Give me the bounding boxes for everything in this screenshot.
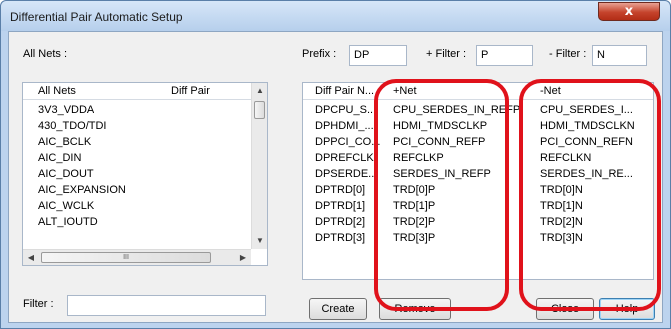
cell-diff-pair-name: DPTRD[3]	[315, 232, 366, 244]
all-nets-list-header: All Nets Diff Pair	[23, 83, 267, 100]
window-title: Differential Pair Automatic Setup	[10, 10, 183, 24]
table-row[interactable]: DPTRD[0] TRD[0]P TRD[0]N	[303, 184, 653, 199]
horizontal-scrollbar[interactable]: ◀ III ▶	[23, 249, 251, 265]
prefix-input[interactable]: DP	[349, 45, 407, 66]
plus-filter-input[interactable]: P	[476, 45, 533, 66]
cell-plus-net: REFCLKP	[393, 152, 444, 164]
column-diff-pair-name[interactable]: Diff Pair N...	[315, 85, 374, 97]
filter-input[interactable]	[67, 295, 266, 316]
column-diff-pair[interactable]: Diff Pair	[171, 85, 210, 97]
cell-minus-net: TRD[0]N	[540, 184, 583, 196]
cell-diff-pair-name: DPSERDE...	[315, 168, 378, 180]
diff-pair-list[interactable]: Diff Pair N... +Net -Net DPCPU_S... CPU_S…	[302, 82, 654, 280]
cell-plus-net: TRD[0]P	[393, 184, 436, 196]
remove-button[interactable]: Remove	[379, 298, 451, 320]
vertical-scroll-thumb[interactable]	[254, 101, 265, 119]
table-row[interactable]: DPCPU_S... CPU_SERDES_IN_REFP CPU_SERDES_I…	[303, 104, 653, 119]
dialog-body: All Nets : All Nets Diff Pair 3V3_VDDA 4…	[8, 31, 663, 323]
list-item[interactable]: AIC_WCLK	[23, 200, 267, 215]
plus-filter-label: + Filter :	[426, 48, 467, 60]
table-row[interactable]: DPHDMI_... HDMI_TMDSCLKP HDMI_TMDSCLKN	[303, 120, 653, 135]
cell-diff-pair-name: DPREFCLK	[315, 152, 374, 164]
column-plus-net[interactable]: +Net	[393, 85, 417, 97]
horizontal-scroll-thumb[interactable]: III	[41, 252, 211, 263]
list-item[interactable]: 3V3_VDDA	[23, 104, 267, 119]
dialog-window: Differential Pair Automatic Setup x All …	[0, 0, 671, 329]
cell-plus-net: CPU_SERDES_IN_REFP	[393, 104, 521, 116]
cell-minus-net: TRD[1]N	[540, 200, 583, 212]
cell-plus-net: SERDES_IN_REFP	[393, 168, 491, 180]
prefix-label: Prefix :	[302, 48, 337, 60]
cell-plus-net: TRD[1]P	[393, 200, 436, 212]
cell-minus-net: HDMI_TMDSCLKN	[540, 120, 635, 132]
window-close-button[interactable]: x	[598, 2, 660, 21]
scroll-up-icon[interactable]: ▲	[252, 83, 267, 99]
minus-filter-label: - Filter :	[549, 48, 587, 60]
cell-diff-pair-name: DPTRD[2]	[315, 216, 366, 228]
title-bar: Differential Pair Automatic Setup x	[1, 1, 670, 31]
cell-plus-net: PCI_CONN_REFP	[393, 136, 486, 148]
close-button[interactable]: Close	[536, 298, 594, 320]
cell-minus-net: REFCLKN	[540, 152, 592, 164]
cell-minus-net: SERDES_IN_RE...	[540, 168, 633, 180]
list-item[interactable]: AIC_DOUT	[23, 168, 267, 183]
cell-diff-pair-name: DPCPU_S...	[315, 104, 377, 116]
table-row[interactable]: DPSERDE... SERDES_IN_REFP SERDES_IN_RE...	[303, 168, 653, 183]
filter-label: Filter :	[23, 298, 54, 310]
cell-plus-net: TRD[2]P	[393, 216, 436, 228]
create-button[interactable]: Create	[309, 298, 367, 320]
table-row[interactable]: DPTRD[3] TRD[3]P TRD[3]N	[303, 232, 653, 247]
cell-diff-pair-name: DPPCI_CO...	[315, 136, 381, 148]
diff-pair-list-header: Diff Pair N... +Net -Net	[303, 83, 653, 100]
list-item[interactable]: 430_TDO/TDI	[23, 120, 267, 135]
list-item[interactable]: AIC_DIN	[23, 152, 267, 167]
cell-minus-net: CPU_SERDES_I...	[540, 104, 633, 116]
cell-plus-net: TRD[3]P	[393, 232, 436, 244]
column-minus-net[interactable]: -Net	[540, 85, 561, 97]
help-button[interactable]: Help	[599, 298, 655, 320]
column-all-nets[interactable]: All Nets	[38, 85, 76, 97]
cell-diff-pair-name: DPHDMI_...	[315, 120, 374, 132]
list-item[interactable]: AIC_EXPANSION	[23, 184, 267, 199]
list-item[interactable]: ALT_IOUTD	[23, 216, 267, 231]
cell-minus-net: TRD[2]N	[540, 216, 583, 228]
minus-filter-input[interactable]: N	[592, 45, 647, 66]
cell-minus-net: PCI_CONN_REFN	[540, 136, 633, 148]
scroll-left-icon[interactable]: ◀	[23, 250, 39, 265]
cell-diff-pair-name: DPTRD[1]	[315, 200, 366, 212]
table-row[interactable]: DPTRD[1] TRD[1]P TRD[1]N	[303, 200, 653, 215]
all-nets-label: All Nets :	[23, 48, 68, 60]
table-row[interactable]: DPPCI_CO... PCI_CONN_REFP PCI_CONN_REFN	[303, 136, 653, 151]
vertical-scrollbar[interactable]: ▲ ▼	[251, 83, 267, 249]
cell-minus-net: TRD[3]N	[540, 232, 583, 244]
cell-diff-pair-name: DPTRD[0]	[315, 184, 366, 196]
list-item[interactable]: AIC_BCLK	[23, 136, 267, 151]
table-row[interactable]: DPREFCLK REFCLKP REFCLKN	[303, 152, 653, 167]
scroll-down-icon[interactable]: ▼	[252, 233, 267, 249]
all-nets-list[interactable]: All Nets Diff Pair 3V3_VDDA 430_TDO/TDI …	[22, 82, 268, 266]
cell-plus-net: HDMI_TMDSCLKP	[393, 120, 488, 132]
table-row[interactable]: DPTRD[2] TRD[2]P TRD[2]N	[303, 216, 653, 231]
scroll-right-icon[interactable]: ▶	[235, 250, 251, 265]
